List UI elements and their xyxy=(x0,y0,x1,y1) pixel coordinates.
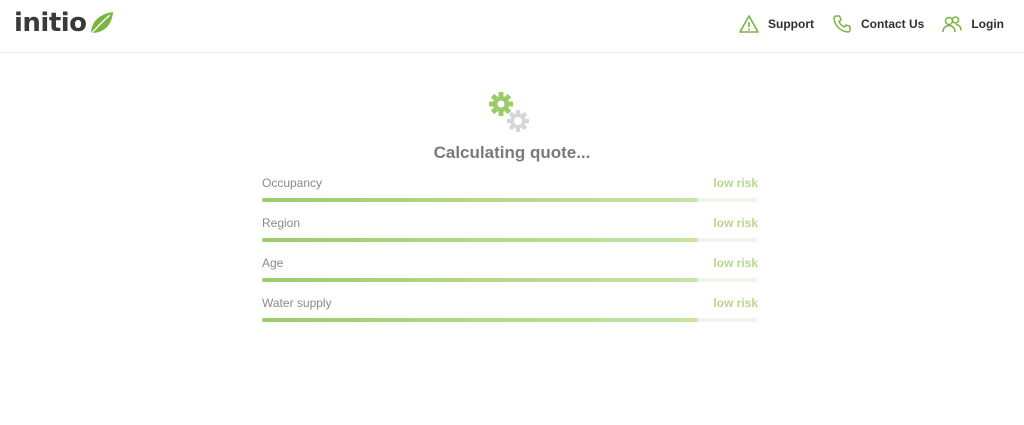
risk-badge: low risk xyxy=(713,176,758,190)
header-nav: Support Contact Us Login xyxy=(721,14,1004,34)
contact-us-label: Contact Us xyxy=(861,17,925,31)
phone-icon xyxy=(833,15,851,33)
brand-name: initio xyxy=(14,8,87,38)
warning-triangle-icon xyxy=(739,15,759,33)
contact-us-link[interactable]: Contact Us xyxy=(832,14,924,34)
risk-factor-water-supply: Water supply low risk xyxy=(262,296,758,336)
brand-logo[interactable]: initio xyxy=(14,9,114,37)
progress-fill xyxy=(262,278,699,282)
progress-fill xyxy=(262,318,699,322)
risk-factor-list: Occupancy low risk Region low risk Age l… xyxy=(262,176,758,336)
leaf-icon xyxy=(90,12,113,35)
status-title: Calculating quote... xyxy=(433,143,591,162)
support-link[interactable]: Support xyxy=(739,14,814,34)
progress-track xyxy=(262,238,758,242)
factor-label: Water supply xyxy=(262,296,332,310)
risk-badge: low risk xyxy=(713,216,758,230)
risk-factor-age: Age low risk xyxy=(262,256,758,296)
login-label: Login xyxy=(971,17,1004,31)
progress-fill xyxy=(262,238,699,242)
login-link[interactable]: Login xyxy=(942,14,1004,34)
factor-label: Age xyxy=(262,256,284,270)
support-label: Support xyxy=(768,17,814,31)
risk-badge: low risk xyxy=(713,296,758,310)
factor-label: Occupancy xyxy=(262,176,323,190)
risk-factor-region: Region low risk xyxy=(262,216,758,256)
progress-track xyxy=(262,198,758,202)
gears-icon xyxy=(489,92,529,132)
factor-label: Region xyxy=(262,216,301,230)
progress-track xyxy=(262,318,758,322)
risk-badge: low risk xyxy=(713,256,758,270)
users-icon xyxy=(942,16,963,33)
progress-fill xyxy=(262,198,699,202)
progress-track xyxy=(262,278,758,282)
risk-factor-occupancy: Occupancy low risk xyxy=(262,176,758,216)
top-header: initio Support Contact Us Login xyxy=(0,0,1024,53)
